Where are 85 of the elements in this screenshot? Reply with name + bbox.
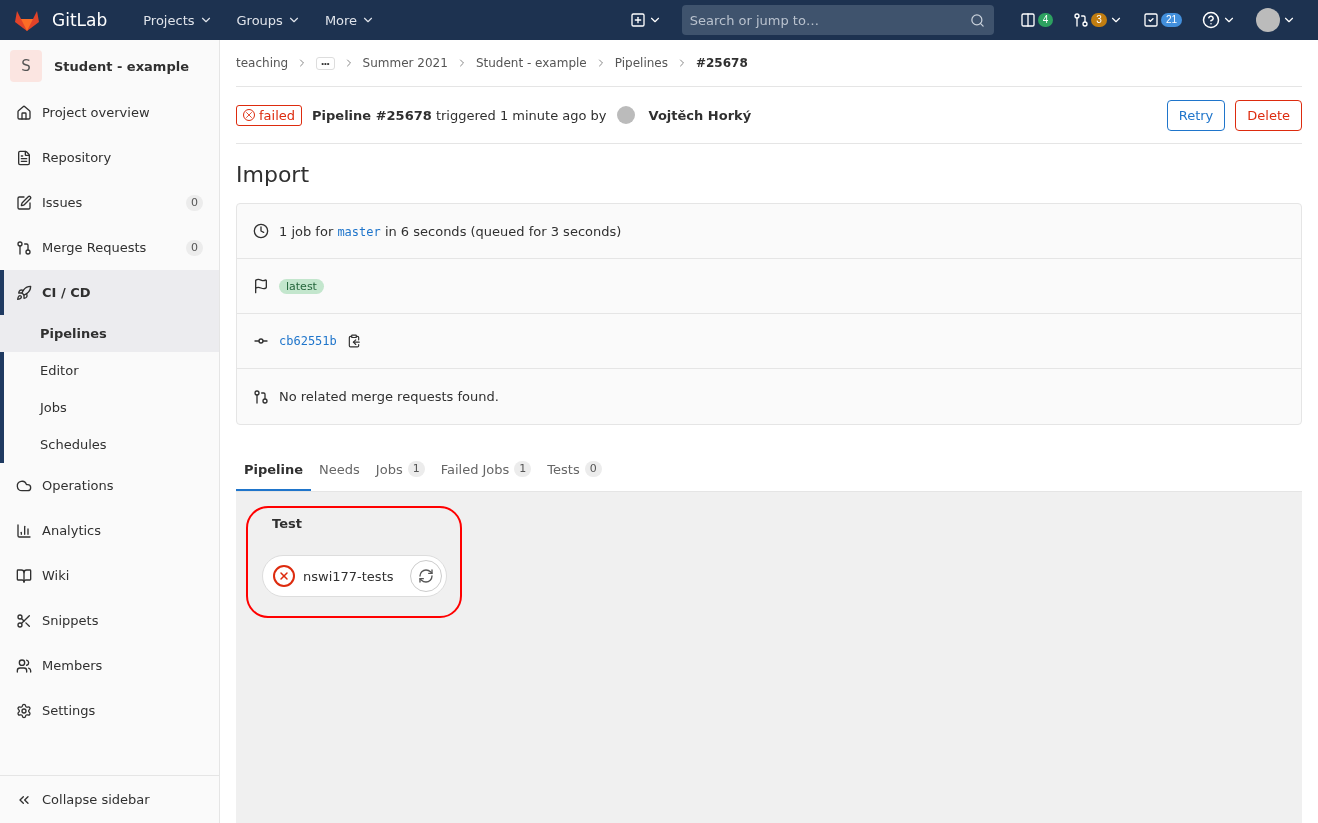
failed-icon: [243, 109, 255, 121]
nav-menu[interactable]: More: [314, 6, 386, 34]
count-badge: 1: [514, 461, 532, 477]
copy-icon[interactable]: [346, 334, 361, 348]
sidebar-item[interactable]: Wiki: [0, 553, 219, 598]
logo-text[interactable]: GitLab: [52, 10, 108, 30]
count-badge: 0: [186, 194, 203, 211]
breadcrumb-link[interactable]: Pipelines: [614, 56, 668, 70]
nav-menu[interactable]: Projects: [133, 6, 223, 34]
breadcrumb-link[interactable]: Summer 2021: [362, 56, 448, 70]
sidebar-item-label: Operations: [42, 478, 114, 493]
tab[interactable]: Failed Jobs 1: [432, 447, 540, 491]
sidebar-item-label: Members: [42, 658, 103, 673]
sidebar-item[interactable]: Project overview: [0, 90, 219, 135]
user-link[interactable]: Vojtěch Horký: [648, 107, 752, 123]
sidebar-subitem[interactable]: Jobs: [0, 389, 219, 426]
status-badge: failed: [236, 104, 303, 126]
sidebar-item[interactable]: Operations: [0, 463, 219, 508]
commit-link[interactable]: cb62551b: [279, 334, 337, 348]
branch-link[interactable]: master: [337, 224, 381, 239]
sidebar-item[interactable]: Analytics: [0, 508, 219, 553]
sidebar-subitem[interactable]: Pipelines: [0, 315, 219, 352]
merge-requests-text: No related merge requests found.: [279, 389, 499, 404]
count-badge: 1: [407, 461, 425, 477]
clock-icon: [253, 223, 269, 239]
retry-button[interactable]: Retry: [1166, 99, 1226, 131]
sidebar-item-icon: [16, 149, 32, 166]
sidebar-item-label: Settings: [42, 703, 96, 718]
tab[interactable]: Jobs 1: [367, 447, 433, 491]
collapse-sidebar-button[interactable]: Collapse sidebar: [0, 775, 219, 823]
sidebar-subitem[interactable]: Schedules: [0, 426, 219, 463]
breadcrumb-link[interactable]: #25678: [695, 56, 748, 70]
sidebar-item-icon: [16, 612, 32, 629]
sidebar-item-icon: [16, 702, 32, 719]
tab[interactable]: Tests 0: [539, 447, 610, 491]
stage-name: Test: [272, 516, 303, 531]
sidebar-item-label: Analytics: [42, 523, 102, 538]
sidebar-subitem[interactable]: Editor: [0, 352, 219, 389]
plus-square-icon: [629, 12, 646, 28]
page-title: Import: [236, 162, 310, 187]
sidebar-item[interactable]: Merge Requests 0: [0, 225, 219, 270]
merge-request-icon: [1073, 12, 1090, 28]
sidebar-item[interactable]: Issues 0: [0, 180, 219, 225]
breadcrumb-link[interactable]: teaching: [236, 56, 289, 70]
sidebar-item-icon: [16, 522, 32, 539]
sidebar-item-icon: [16, 239, 32, 256]
merge-request-icon: [253, 388, 269, 405]
sidebar-item-label: Merge Requests: [42, 240, 147, 255]
sidebar-item[interactable]: Snippets: [0, 598, 219, 643]
retry-icon-button[interactable]: [410, 560, 442, 592]
sidebar-item-icon: [16, 194, 32, 211]
user-avatar: [1256, 8, 1280, 32]
flag-icon: [253, 278, 269, 294]
sidebar-item-label: Project overview: [42, 105, 150, 120]
sidebar-item[interactable]: Repository: [0, 135, 219, 180]
sidebar-item-icon: [16, 284, 32, 301]
search-icon: [969, 13, 985, 28]
sidebar-item-label: Repository: [42, 150, 112, 165]
more-breadcrumbs-button[interactable]: •••: [316, 56, 335, 70]
sidebar-item-icon: [16, 104, 32, 121]
sidebar-item-icon: [16, 567, 32, 584]
latest-badge: latest: [279, 278, 324, 294]
breadcrumb-link[interactable]: Student - example: [475, 56, 587, 70]
delete-button[interactable]: Delete: [1235, 99, 1302, 131]
sidebar-item-label: Wiki: [42, 568, 70, 583]
count-badge: 0: [186, 239, 203, 256]
search-field[interactable]: Search or jump to…: [681, 5, 994, 35]
refresh-icon: [418, 568, 434, 584]
tab[interactable]: Pipeline: [236, 447, 312, 491]
checkbox-icon: [1142, 12, 1159, 28]
project-avatar[interactable]: S: [10, 50, 42, 82]
job-pill[interactable]: nswi177-tests: [262, 555, 447, 597]
sidebar-item[interactable]: Settings: [0, 688, 219, 733]
sidebar-item-label: CI / CD: [42, 285, 91, 300]
sidebar-item[interactable]: Members: [0, 643, 219, 688]
help-icon: [1202, 11, 1220, 29]
jobs-summary: 1 job for master in 6 seconds (queued for 3 seconds): [279, 223, 622, 239]
nav-menu[interactable]: Groups: [226, 6, 311, 34]
project-name[interactable]: Student - example: [54, 58, 189, 74]
sidebar-item-label: Issues: [42, 195, 83, 210]
tab[interactable]: Needs: [311, 447, 368, 491]
count-badge: 0: [584, 461, 602, 477]
sidebar-item-icon: [16, 657, 32, 674]
pipeline-summary: Pipeline #25678 triggered 1 minute ago by: [312, 107, 607, 123]
sidebar-item-label: Snippets: [42, 613, 99, 628]
